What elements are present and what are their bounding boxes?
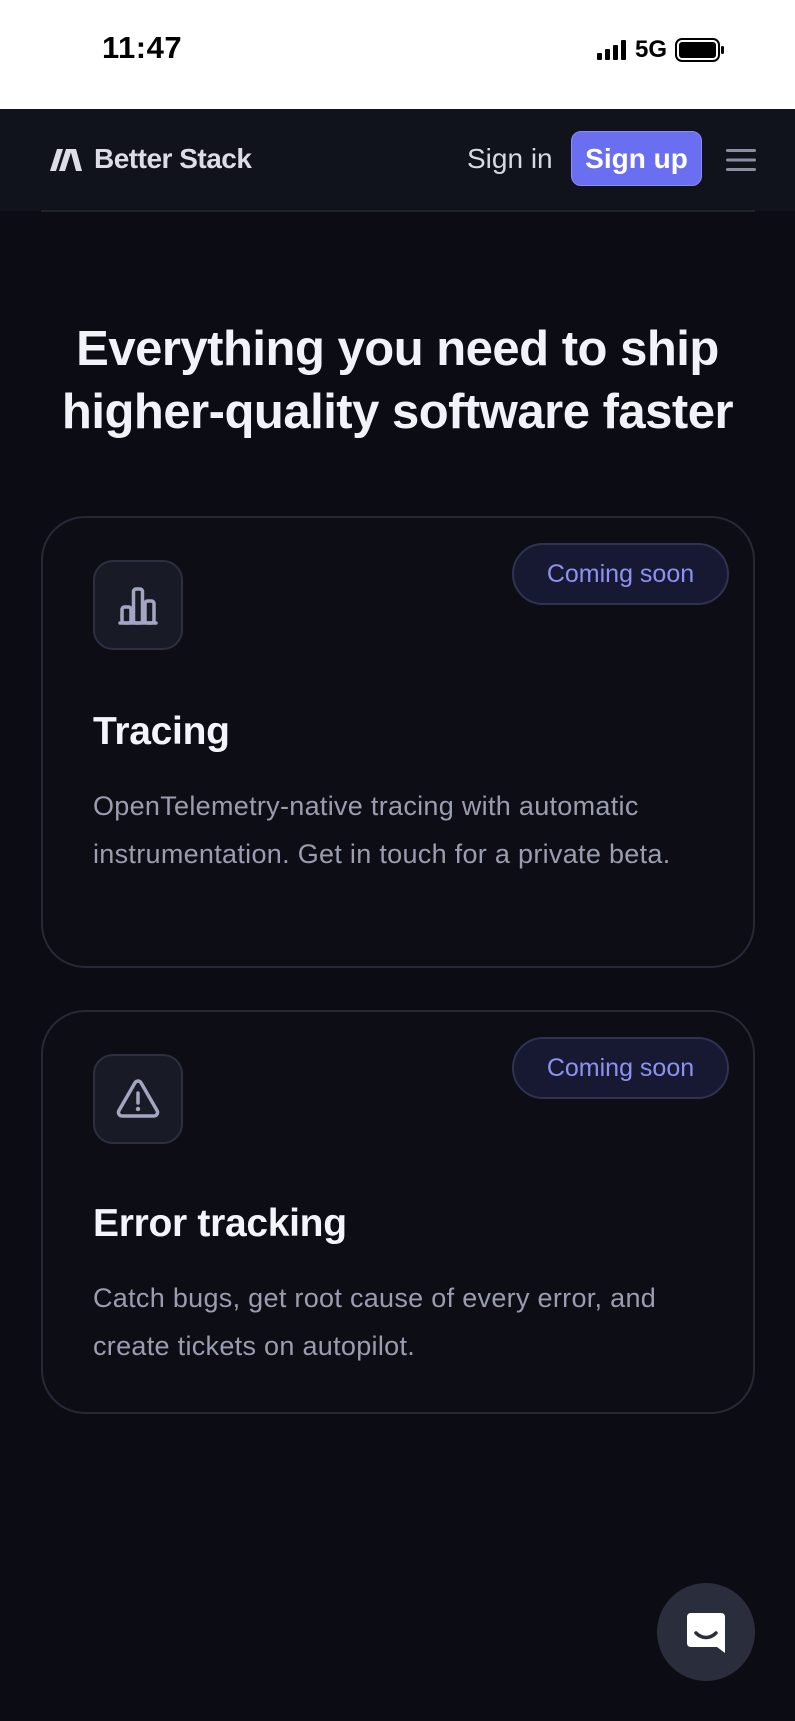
battery-icon xyxy=(675,38,724,62)
better-stack-logo-icon xyxy=(50,149,82,171)
top-navigation: Better Stack Sign in Sign up xyxy=(0,109,795,211)
chat-widget-button[interactable] xyxy=(657,1583,755,1681)
hamburger-menu-icon[interactable] xyxy=(724,147,758,173)
network-label: 5G xyxy=(634,36,667,63)
nav-divider xyxy=(41,210,755,212)
card-icon-box xyxy=(93,1054,183,1144)
page-headline: Everything you need to ship higher-quali… xyxy=(61,322,734,439)
status-bar: 11:47 5G xyxy=(0,0,795,109)
feature-card-tracing: Coming soon Tracing OpenTelemetry-native… xyxy=(41,516,755,968)
status-time: 11:47 xyxy=(102,30,183,65)
card-description: Catch bugs, get root cause of every erro… xyxy=(93,1283,657,1361)
chat-icon xyxy=(687,1613,725,1653)
coming-soon-badge: Coming soon xyxy=(512,543,729,605)
card-description: OpenTelemetry-native tracing with automa… xyxy=(93,791,671,869)
feature-card-error-tracking: Coming soon Error tracking Catch bugs, g… xyxy=(41,1010,755,1414)
coming-soon-badge: Coming soon xyxy=(512,1037,729,1099)
signal-icon xyxy=(596,40,626,60)
warning-triangle-icon xyxy=(116,1079,160,1118)
status-indicators: 5G xyxy=(596,36,725,64)
logo[interactable]: Better Stack xyxy=(48,143,252,175)
card-icon-box xyxy=(93,560,183,650)
sign-up-button[interactable]: Sign up xyxy=(571,131,702,186)
sign-in-link[interactable]: Sign in xyxy=(467,143,553,175)
bar-chart-icon xyxy=(118,587,158,625)
logo-text: Better Stack xyxy=(94,143,252,174)
card-title: Tracing xyxy=(93,710,230,753)
card-title: Error tracking xyxy=(93,1202,347,1245)
